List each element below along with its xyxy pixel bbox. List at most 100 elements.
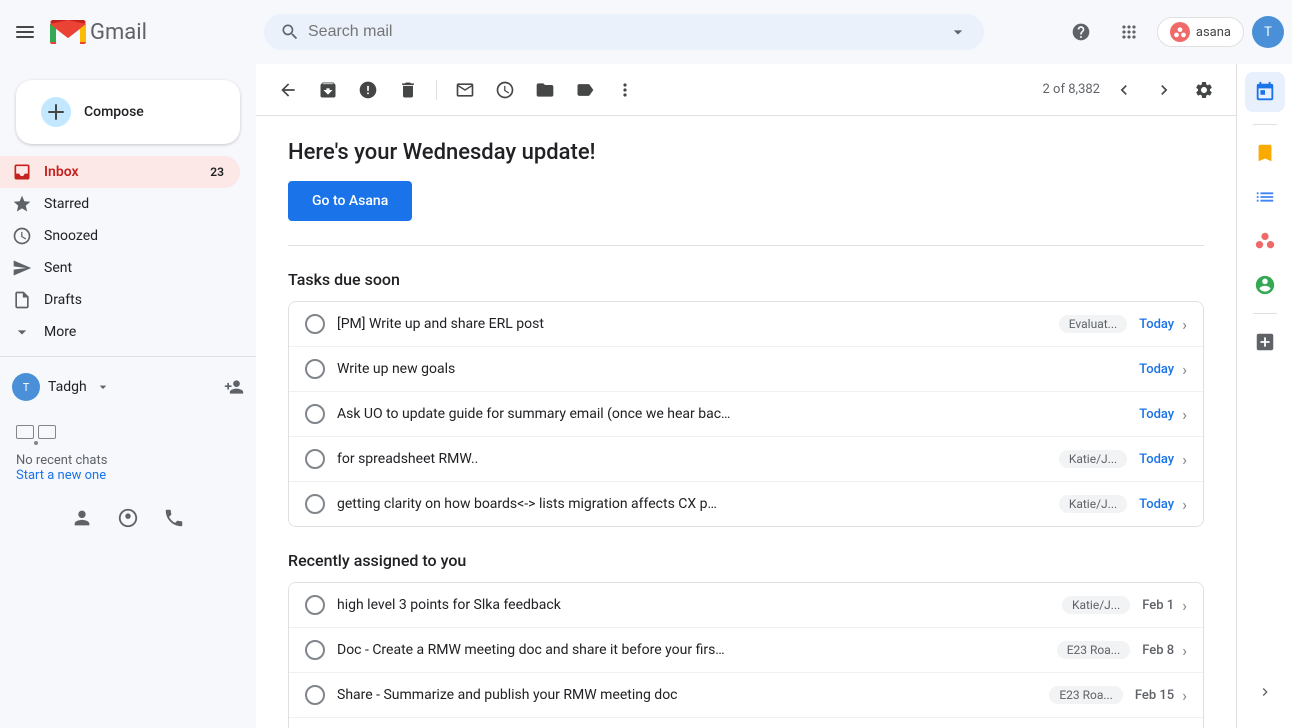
search-box[interactable] [264,14,984,50]
task-check-icon[interactable] [305,494,325,514]
sidebar-bottom-icons [0,499,256,537]
task-arrow-icon: › [1182,596,1187,615]
task-check-icon[interactable] [305,314,325,334]
compose-button[interactable]: Compose [16,80,240,144]
search-input[interactable] [308,23,940,41]
expand-icon[interactable] [1245,672,1285,712]
page-info: 2 of 8,382 [1043,82,1100,97]
task-arrow-icon: › [1182,360,1187,379]
more-actions-button[interactable] [609,74,641,106]
recently-assigned-title: Recently assigned to you [288,551,1204,570]
task-date: Feb 15 [1135,688,1174,703]
table-row[interactable]: Doc - Create a RMW meeting doc and share… [289,628,1203,673]
topbar-left: Gmail [8,18,264,46]
add-person-icon[interactable] [224,377,244,397]
task-check-icon[interactable] [305,404,325,424]
task-arrow-icon: › [1182,450,1187,469]
settings-button[interactable] [1188,74,1220,106]
task-name: high level 3 points for Slka feedback [337,597,1062,613]
right-sidebar-expand[interactable] [1245,672,1285,720]
mark-unread-button[interactable] [449,74,481,106]
newer-button[interactable] [1108,74,1140,106]
add-addon-icon[interactable] [1245,322,1285,362]
task-check-icon[interactable] [305,595,325,615]
task-project: Katie/J... [1059,495,1127,513]
search-dropdown-icon[interactable] [948,22,968,42]
keep-icon[interactable] [1245,133,1285,173]
spam-button[interactable] [352,74,384,106]
sidebar-drafts-label: Drafts [44,292,224,308]
sidebar-inbox-count: 23 [210,165,224,179]
task-date: Today [1139,407,1174,422]
user-avatar[interactable]: T [1252,16,1284,48]
calendar-icon[interactable] [1245,72,1285,112]
inbox-icon [12,162,32,182]
task-name: getting clarity on how boards<-> lists m… [337,496,1059,512]
contacts-icon-bottom[interactable] [71,507,93,529]
sidebar-inbox-label: Inbox [44,164,198,180]
compose-plus-icon [40,96,72,128]
menu-icon[interactable] [8,18,42,46]
sidebar-item-sent[interactable]: Sent [0,252,240,284]
user-section[interactable]: T Tadgh [0,365,256,409]
sidebar-item-drafts[interactable]: Drafts [0,284,240,316]
sidebar-item-starred[interactable]: Starred [0,188,240,220]
delete-button[interactable] [392,74,424,106]
chat-box-left [16,425,34,439]
archive-button[interactable] [312,74,344,106]
task-name: Doc - Create a RMW meeting doc and share… [337,642,1057,658]
task-arrow-icon: › [1182,315,1187,334]
task-arrow-icon: › [1182,686,1187,705]
task-check-icon[interactable] [305,685,325,705]
compose-label: Compose [84,104,144,120]
star-icon [12,194,32,214]
back-button[interactable] [272,74,304,106]
table-row[interactable]: Share - Summarize and publish your RMW m… [289,673,1203,718]
table-row[interactable]: [PM] Write up and share ERL post Evaluat… [289,302,1203,347]
right-sidebar-divider-2 [1253,313,1277,314]
chat-icons [16,425,240,445]
older-button[interactable] [1148,74,1180,106]
task-check-icon[interactable] [305,640,325,660]
no-chats-text: No recent chats [16,453,240,468]
phone-icon-bottom[interactable] [163,507,185,529]
apps-button[interactable] [1109,12,1149,52]
table-row[interactable]: getting clarity on how boards<-> lists m… [289,482,1203,526]
snooze-button[interactable] [489,74,521,106]
table-row[interactable]: high level 3 points for Slka feedback Ka… [289,583,1203,628]
move-to-button[interactable] [529,74,561,106]
contacts-icon[interactable] [1245,265,1285,305]
task-check-icon[interactable] [305,449,325,469]
goto-asana-button[interactable]: Go to Asana [288,181,412,221]
task-date: Today [1139,362,1174,377]
tasks-due-list: [PM] Write up and share ERL post Evaluat… [288,301,1204,527]
labels-button[interactable] [569,74,601,106]
chat-dot [34,441,38,445]
asana-icon[interactable] [1245,221,1285,261]
sidebar-item-inbox[interactable]: Inbox 23 [0,156,240,188]
table-row[interactable]: KRs - File KRs related to your RMW meeti… [289,718,1203,728]
table-row[interactable]: for spreadsheet RMW.. Katie/J... Today › [289,437,1203,482]
task-check-icon[interactable] [305,359,325,379]
table-row[interactable]: Write up new goals Today › [289,347,1203,392]
bot-icon-bottom[interactable] [117,507,139,529]
task-project: E23 Roa... [1049,686,1123,704]
email-content: Here's your Wednesday update! Go to Asan… [256,116,1236,728]
sidebar-item-snoozed[interactable]: Snoozed [0,220,240,252]
asana-label: asana [1196,25,1231,40]
task-date: Today [1139,497,1174,512]
tasks-due-title: Tasks due soon [288,270,1204,289]
task-name: Ask UO to update guide for summary email… [337,406,1139,422]
sidebar-snoozed-label: Snoozed [44,228,224,244]
table-row[interactable]: Ask UO to update guide for summary email… [289,392,1203,437]
email-toolbar: 2 of 8,382 [256,64,1236,116]
tasks-icon[interactable] [1245,177,1285,217]
task-name: Write up new goals [337,361,1139,377]
chat-section: No recent chats Start a new one [0,409,256,499]
clock-icon [12,226,32,246]
asana-addon-button[interactable]: asana [1157,17,1244,47]
sidebar-item-more[interactable]: More [0,316,240,348]
sidebar-starred-label: Starred [44,196,224,212]
start-new-chat-link[interactable]: Start a new one [16,468,240,483]
help-button[interactable] [1061,12,1101,52]
